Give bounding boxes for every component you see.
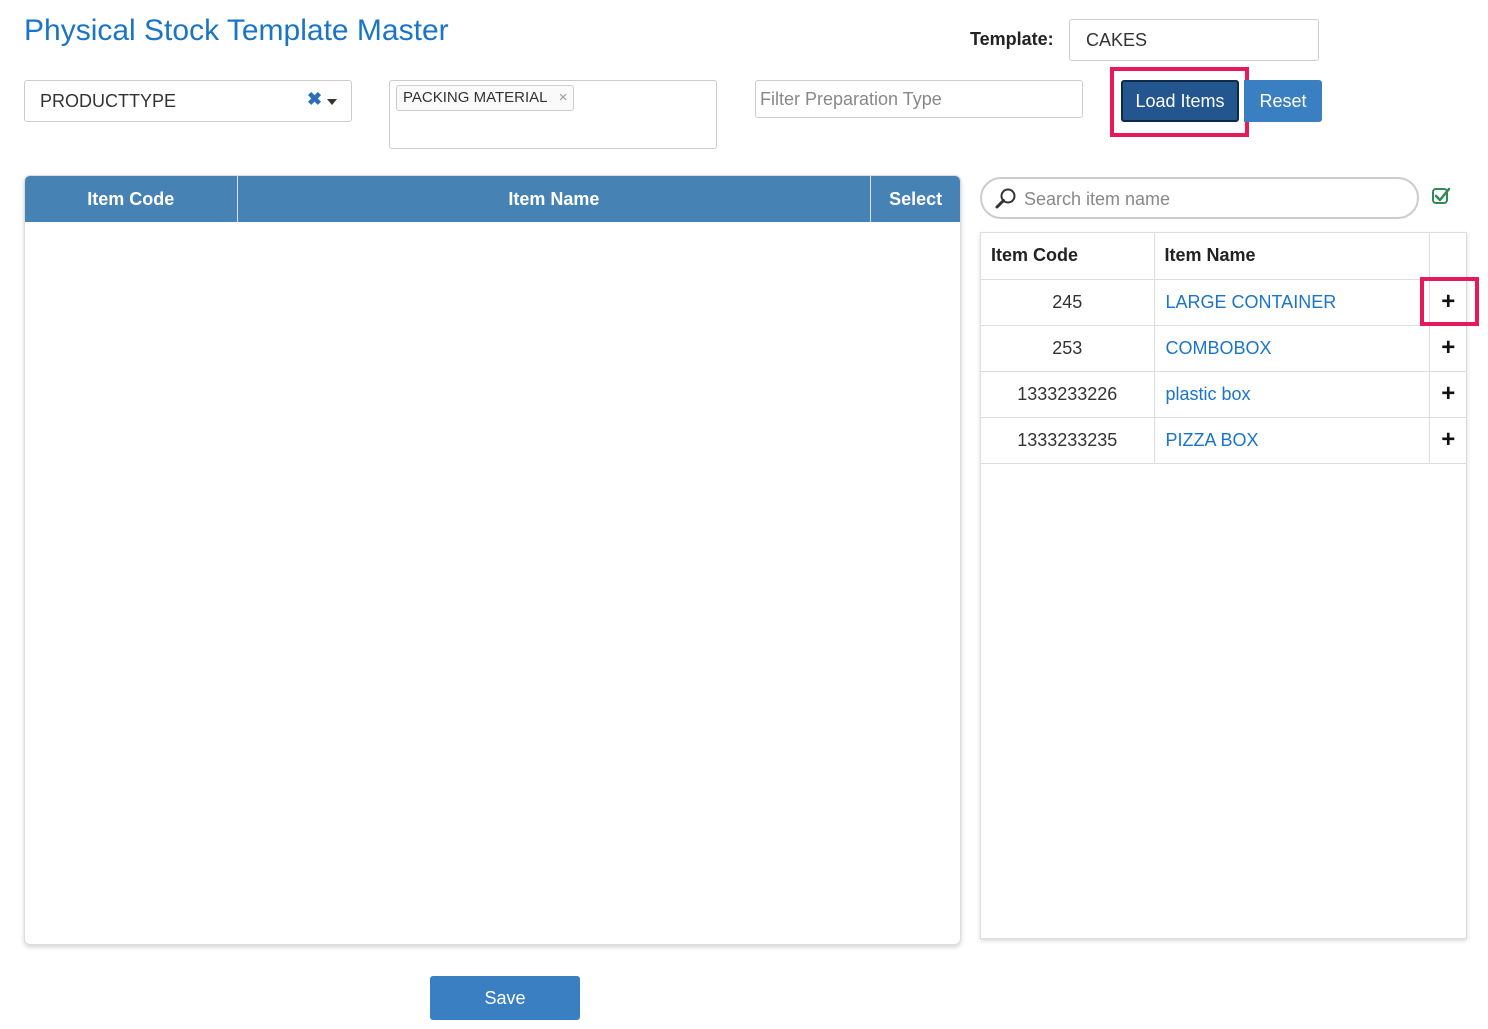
reset-button[interactable]: Reset [1244,80,1322,122]
item-search [980,177,1419,219]
selected-items-header: Item Code Item Name Select [25,176,960,222]
table-row: 245 LARGE CONTAINER + [981,278,1467,326]
item-name-link[interactable]: COMBOBOX [1153,324,1430,372]
item-code-cell: 1333233226 [981,370,1155,418]
column-action [1428,233,1467,280]
product-type-select[interactable]: PRODUCTTYPE ✖ [24,80,352,122]
chevron-down-icon[interactable] [327,99,337,105]
column-item-code: Item Code [25,176,238,222]
page-title: Physical Stock Template Master [24,14,449,47]
selected-items-table: Item Code Item Name Select [24,175,961,945]
item-code-cell: 253 [981,324,1155,372]
search-icon [995,188,1016,209]
table-row: 1333233226 plastic box + [981,370,1467,418]
column-select: Select [889,189,943,209]
add-item-icon[interactable]: + [1441,426,1455,453]
available-items-table: Item Code Item Name 245 LARGE CONTAINER … [981,233,1467,464]
available-items-panel: Item Code Item Name 245 LARGE CONTAINER … [980,232,1467,939]
column-item-code: Item Code [981,233,1155,280]
category-multiselect[interactable]: PACKING MATERIAL × [389,80,717,149]
search-input[interactable] [1022,183,1406,215]
checkbox-checked-icon[interactable] [1431,186,1451,206]
remove-tag-icon[interactable]: × [559,86,568,110]
preparation-type-filter[interactable] [755,80,1083,118]
product-type-value: PRODUCTTYPE [40,91,177,111]
item-name-link[interactable]: PIZZA BOX [1153,416,1430,464]
table-header-row: Item Code Item Name [981,233,1467,280]
table-row: 253 COMBOBOX + [981,324,1467,372]
item-name-link[interactable]: LARGE CONTAINER [1153,278,1430,326]
column-item-name: Item Name [238,176,872,222]
table-row: 1333233235 PIZZA BOX + [981,416,1467,464]
add-item-icon[interactable]: + [1441,380,1455,407]
category-tag-label: PACKING MATERIAL [403,89,548,106]
item-name-link[interactable]: plastic box [1153,370,1430,418]
add-item-icon[interactable]: + [1441,334,1455,361]
template-field[interactable] [1069,19,1319,61]
add-button-highlight [1420,277,1479,326]
column-item-name: Item Name [1153,233,1430,280]
item-code-cell: 1333233235 [981,416,1155,464]
item-code-cell: 245 [981,278,1155,326]
close-icon[interactable]: ✖ [307,89,322,110]
save-button[interactable]: Save [430,976,580,1020]
template-label: Template: [970,29,1054,49]
category-tag: PACKING MATERIAL × [396,85,575,111]
load-items-button[interactable]: Load Items [1121,80,1239,122]
